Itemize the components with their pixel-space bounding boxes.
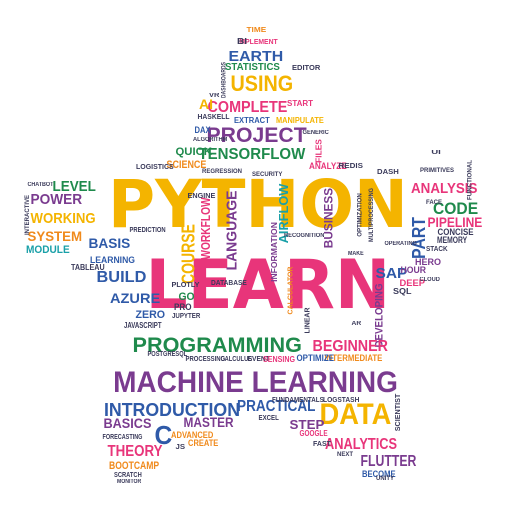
word-language: LANGUAGE (223, 190, 241, 270)
word-quick: QUICK (174, 145, 212, 158)
word-engine: ENGINE (187, 192, 215, 200)
word-system: SYSTEM (27, 228, 83, 244)
word-logistics: LOGISTICS (136, 163, 174, 171)
word-statistics: STATISTICS (224, 62, 280, 73)
word-make: MAKE (347, 251, 364, 257)
word-haskell: HASKELL (196, 113, 230, 121)
word-dax: DAX (194, 124, 211, 135)
word-recognition: RECOGNITION (284, 233, 325, 239)
word-google: GOOGLE (299, 429, 328, 438)
word-excel: EXCEL (258, 414, 279, 422)
word-postgresql: POSTGRESQL (146, 350, 187, 358)
word-dash: DASH (377, 168, 399, 176)
word-regression: REGRESSION (202, 169, 243, 175)
word-processing: PROCESSING (184, 355, 225, 363)
word-ai: AI (199, 96, 213, 112)
word-fast: FAST (313, 440, 331, 448)
word-extract: EXTRACT (234, 116, 270, 125)
word-scientist: SCIENTIST (394, 393, 402, 431)
word-course: COURSE (178, 224, 199, 284)
word-start: START (287, 99, 314, 108)
word-ar: AR (351, 321, 361, 327)
word-cloud: CLOUD (419, 277, 440, 283)
word-build: BUILD (96, 269, 146, 286)
word-bootcamp: BOOTCAMP (109, 459, 160, 472)
word-analytics: ANALYTICS (325, 436, 398, 453)
word-operating: OPERATING (384, 241, 417, 247)
word-tableau: TABLEAU (70, 263, 105, 272)
word-tensorflow: TENSORFLOW (198, 146, 306, 163)
word-workflow: WORKFLOW (197, 196, 213, 260)
word-basics: BASICS (102, 415, 151, 431)
word-unity: UNITY (376, 476, 394, 482)
word-next: NEXT (337, 452, 354, 458)
word-working: WORKING (30, 209, 96, 227)
word-chatbot: CHATBOT (26, 182, 53, 188)
word-cloud-star: PYTHON LEARN MACHINE LEARNING PROGRAMMING DA… (0, 0, 512, 512)
word-generic: GENERIC (302, 130, 329, 136)
word-algorithm: ALGORITHM (193, 137, 228, 143)
word-c: C (153, 420, 172, 450)
word-linear: LINEAR (304, 306, 312, 334)
word-manipulate: MANIPULATE (275, 116, 324, 125)
word-plotly: PLOTLY (171, 281, 199, 289)
word-vr: VR (208, 93, 220, 99)
word-dashboards: DASHBOARDS (221, 61, 228, 99)
word-memory: MEMORY (437, 234, 468, 245)
word-js: JS (175, 443, 185, 451)
word-bi: BI (237, 37, 247, 46)
word-database: DATABASE (211, 279, 247, 287)
word-create: CREATE (188, 437, 219, 448)
word-information: INFORMATION (269, 222, 279, 282)
word-using: USING (230, 71, 294, 96)
word-multiprocessing: MULTIPROCESSING (368, 188, 375, 242)
word-ui: UI (431, 150, 441, 156)
word-module: MODULE (25, 243, 70, 256)
word-power: POWER (29, 190, 82, 208)
word-stack: STACK (425, 245, 448, 253)
word-files: FILES (313, 139, 323, 163)
word-redis: REDIS (337, 162, 363, 170)
word-sql: SQL (392, 287, 412, 296)
word-logstash: LOGSTASH (323, 396, 360, 404)
word-data: DATA (319, 398, 391, 431)
word-optimize: OPTIMIZE (295, 352, 334, 363)
word-machine-learning: MACHINE LEARNING (112, 366, 398, 399)
word-hour: HOUR (399, 264, 426, 275)
word-pro: PRO (173, 301, 192, 312)
word-javascript: JAVASCRIPT (123, 321, 162, 330)
word-sensing: SENSING (262, 355, 296, 364)
word-security: SECURITY (252, 172, 283, 178)
word-face: FACE (426, 200, 443, 206)
word-zero: ZERO (134, 308, 165, 321)
word-primitives: PRIMITIVES (420, 168, 455, 174)
word-fundamentals: FUNDAMENTALS (271, 396, 324, 404)
word-monitor: MONITOR (117, 479, 142, 485)
word-azure: AZURE (109, 290, 161, 306)
word-time: TIME (246, 26, 266, 34)
word-calculator: CALCULATOR (287, 266, 295, 314)
word-jupyter: JUPYTER (172, 312, 201, 320)
word-optimization: OPTIMIZATION (356, 193, 363, 237)
word-basis: BASIS (87, 235, 130, 251)
word-interactive: INTERACTIVE (25, 194, 32, 236)
word-prediction: PREDICTION (129, 226, 166, 234)
word-master: MASTER (183, 414, 234, 430)
word-functional: FUNCTIONAL (467, 159, 473, 201)
word-business: BUSINESS (321, 187, 336, 249)
word-editor: EDITOR (291, 64, 321, 72)
word-part: PART (408, 217, 429, 259)
word-forecasting: FORECASTING (102, 433, 142, 441)
word-scratch: SCRATCH (113, 471, 142, 479)
